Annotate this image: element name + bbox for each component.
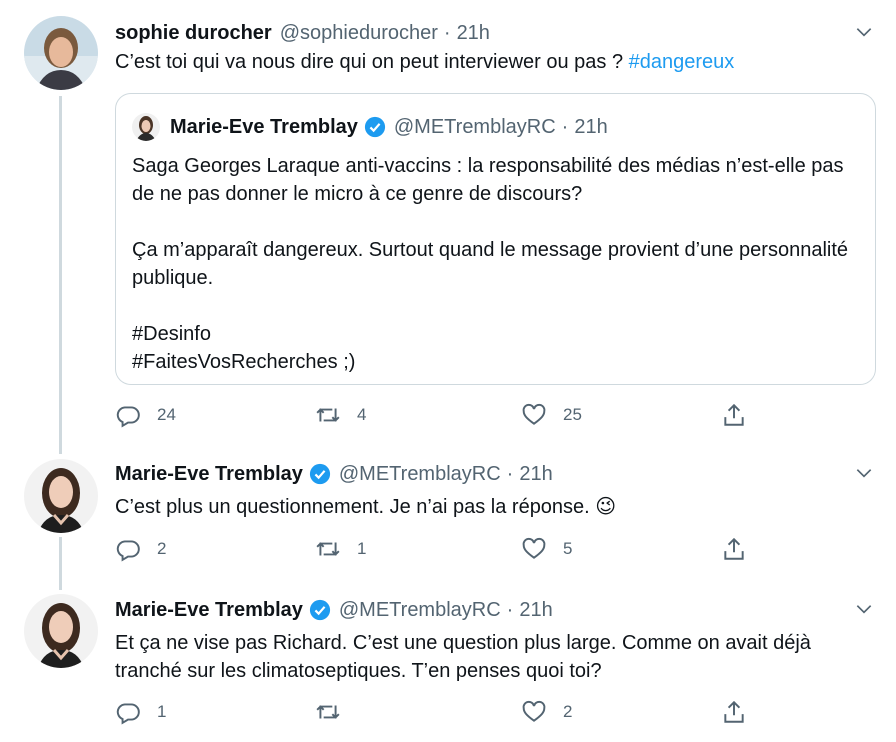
heart-icon	[522, 403, 546, 425]
retweet-icon	[316, 542, 340, 556]
avatar	[132, 113, 160, 141]
thread-line	[59, 537, 62, 590]
tweet-text: Et ça ne vise pas Richard. C’est une que…	[115, 632, 811, 682]
like-count: 25	[563, 405, 582, 424]
reply-count: 24	[157, 405, 176, 424]
reply-count: 2	[157, 539, 167, 558]
share-icon	[724, 700, 744, 723]
chevron-down-icon[interactable]	[854, 22, 874, 42]
timestamp: 21h	[574, 115, 608, 138]
tweet-sophie[interactable]: sophie durocher @sophiedurocher · 21h C’…	[0, 0, 896, 455]
tweet-text: C’est toi qui va nous dire qui on peut i…	[115, 48, 866, 76]
retweet-icon	[316, 408, 340, 422]
share-button[interactable]	[721, 399, 747, 431]
share-icon	[724, 403, 744, 426]
heart-icon	[522, 537, 546, 559]
like-button[interactable]: 2	[521, 696, 572, 728]
tweet-text-body: C’est toi qui va nous dire qui on peut i…	[115, 51, 624, 73]
tweet-actions: 24 4 25	[115, 399, 775, 431]
verified-badge-icon	[309, 599, 330, 621]
share-button[interactable]	[721, 696, 747, 728]
quoted-paragraph: Ça m’apparaît dangereux. Surtout quand l…	[132, 239, 849, 289]
author-handle[interactable]: @METremblayRC	[339, 599, 501, 622]
reply-button[interactable]: 24	[115, 399, 176, 431]
quoted-paragraph: Saga Georges Laraque anti-vaccins : la r…	[132, 155, 844, 205]
tweet-actions: 2 1 5	[115, 533, 775, 565]
tweet-actions: 1 2	[115, 696, 775, 728]
author-handle: @METremblayRC	[393, 115, 556, 138]
retweet-button[interactable]: 4	[315, 399, 366, 431]
reply-icon	[116, 540, 140, 562]
like-count: 5	[563, 539, 573, 558]
retweet-count: 1	[357, 539, 367, 558]
separator-dot: ·	[506, 598, 514, 621]
verified-badge-icon	[309, 463, 330, 485]
tweet-reply-1[interactable]: Marie-Eve Tremblay @METremblayRC · 21h C…	[0, 455, 896, 590]
hashtag-link[interactable]: #dangereux	[629, 51, 735, 73]
quoted-tweet-text: Saga Georges Laraque anti-vaccins : la r…	[132, 152, 859, 376]
like-count: 2	[563, 702, 573, 721]
timestamp[interactable]: 21h	[519, 599, 552, 622]
separator-dot: ·	[506, 462, 514, 485]
author-name[interactable]: Marie-Eve Tremblay	[115, 599, 303, 622]
author-name: Marie-Eve Tremblay	[170, 115, 358, 138]
avatar[interactable]	[24, 16, 98, 90]
retweet-icon	[316, 705, 340, 719]
like-button[interactable]: 5	[521, 533, 572, 565]
timestamp[interactable]: 21h	[519, 463, 552, 486]
separator-dot: ·	[561, 115, 569, 138]
retweet-count: 4	[357, 405, 367, 424]
author-name[interactable]: Marie-Eve Tremblay	[115, 463, 303, 486]
chevron-down-icon[interactable]	[854, 599, 874, 619]
quoted-hashtag: #FaitesVosRecherches ;)	[132, 351, 356, 373]
author-handle[interactable]: @METremblayRC	[339, 463, 501, 486]
reply-button[interactable]: 2	[115, 533, 166, 565]
tweet-header: sophie durocher @sophiedurocher · 21h	[115, 16, 490, 50]
like-button[interactable]: 25	[521, 399, 582, 431]
reply-count: 1	[157, 702, 167, 721]
tweet-text: C’est plus un questionnement. Je n’ai pa…	[115, 496, 617, 518]
quoted-tweet-header: Marie-Eve Tremblay @METremblayRC · 21h	[132, 112, 608, 142]
reply-button[interactable]: 1	[115, 696, 166, 728]
retweet-button[interactable]: 1	[315, 533, 366, 565]
author-name[interactable]: sophie durocher	[115, 22, 272, 45]
avatar[interactable]	[24, 594, 98, 668]
timestamp[interactable]: 21h	[457, 22, 490, 45]
quoted-hashtag: #Desinfo	[132, 323, 211, 345]
share-button[interactable]	[721, 533, 747, 565]
share-icon	[724, 537, 744, 560]
reply-icon	[116, 703, 140, 725]
retweet-button[interactable]	[315, 696, 357, 728]
author-handle[interactable]: @sophiedurocher	[280, 22, 438, 45]
chevron-down-icon[interactable]	[854, 463, 874, 483]
tweet-reply-2[interactable]: Marie-Eve Tremblay @METremblayRC · 21h E…	[0, 590, 896, 742]
quoted-tweet[interactable]: Marie-Eve Tremblay @METremblayRC · 21h S…	[115, 93, 876, 385]
tweet-header: Marie-Eve Tremblay @METremblayRC · 21h	[115, 457, 553, 491]
separator-dot: ·	[443, 21, 451, 44]
reply-icon	[116, 406, 140, 428]
verified-badge-icon	[364, 116, 385, 138]
tweet-header: Marie-Eve Tremblay @METremblayRC · 21h	[115, 593, 553, 627]
thread-line	[59, 96, 62, 454]
avatar[interactable]	[24, 459, 98, 533]
heart-icon	[522, 700, 546, 722]
